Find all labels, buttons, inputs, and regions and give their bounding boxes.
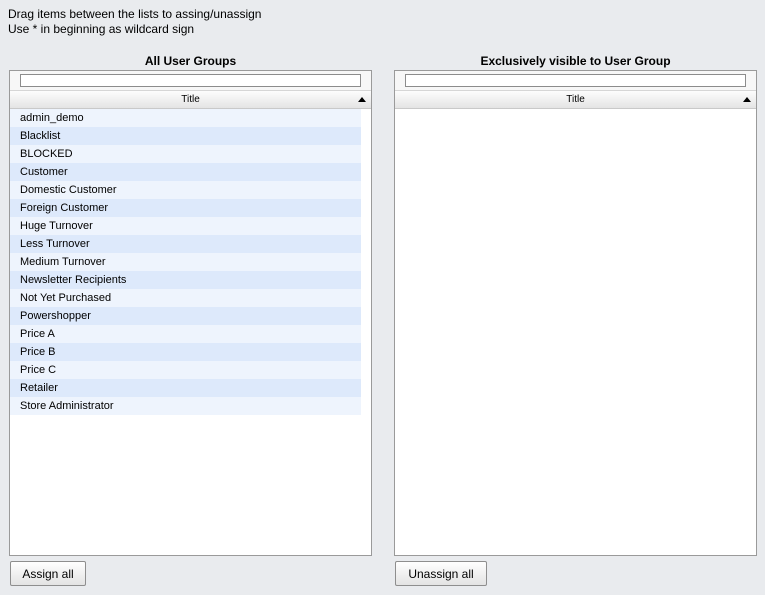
all-user-groups-title: All User Groups — [144, 54, 237, 68]
filter-row — [10, 71, 371, 91]
list-item[interactable]: Not Yet Purchased — [10, 289, 361, 307]
all-user-groups-filter-input[interactable] — [20, 74, 361, 87]
list-item[interactable]: Powershopper — [10, 307, 361, 325]
list-item[interactable]: BLOCKED — [10, 145, 361, 163]
list-item[interactable]: Foreign Customer — [10, 199, 361, 217]
list-item[interactable]: Price A — [10, 325, 361, 343]
title-column-label: Title — [181, 94, 200, 105]
title-column-header[interactable]: Title — [395, 91, 756, 109]
title-column-header[interactable]: Title — [10, 91, 371, 109]
list-item[interactable]: Domestic Customer — [10, 181, 361, 199]
instruction-line-drag: Drag items between the lists to assing/u… — [8, 7, 262, 21]
instruction-line-wildcard: Use * in beginning as wildcard sign — [8, 22, 195, 36]
list-item[interactable]: Less Turnover — [10, 235, 361, 253]
list-item[interactable]: Medium Turnover — [10, 253, 361, 271]
exclusively-visible-title: Exclusively visible to User Group — [480, 54, 671, 68]
sort-ascending-icon — [358, 97, 366, 102]
all-user-groups-rows: admin_demo Blacklist BLOCKED Customer Domest… — [10, 109, 371, 415]
assign-all-button[interactable]: Assign all — [10, 561, 86, 586]
all-user-groups-list: Title admin_demo Blacklist BLOCKED Customer… — [9, 70, 372, 556]
unassign-all-button[interactable]: Unassign all — [395, 561, 487, 586]
list-item[interactable]: Customer — [10, 163, 361, 181]
list-item[interactable]: Store Administrator — [10, 397, 361, 415]
filter-row — [395, 71, 756, 91]
instructions: Drag items between the lists to assing/u… — [8, 7, 261, 37]
list-item[interactable]: Price B — [10, 343, 361, 361]
list-item[interactable]: Blacklist — [10, 127, 361, 145]
exclusively-visible-list: Title — [394, 70, 757, 556]
list-item[interactable]: admin_demo — [10, 109, 361, 127]
exclusively-visible-filter-input[interactable] — [405, 74, 746, 87]
list-item[interactable]: Newsletter Recipients — [10, 271, 361, 289]
list-item[interactable]: Retailer — [10, 379, 361, 397]
title-column-label: Title — [566, 94, 585, 105]
list-item[interactable]: Price C — [10, 361, 361, 379]
sort-ascending-icon — [743, 97, 751, 102]
list-item[interactable]: Huge Turnover — [10, 217, 361, 235]
